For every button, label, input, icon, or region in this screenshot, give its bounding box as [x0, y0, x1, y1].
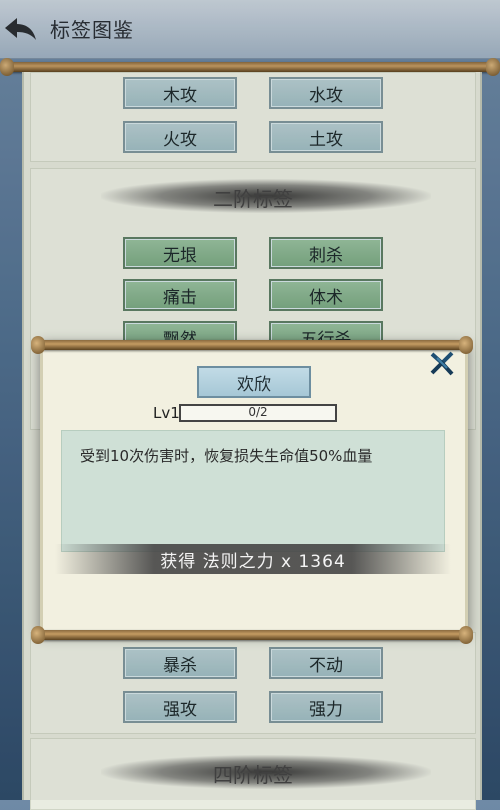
close-icon — [430, 351, 454, 376]
reward-text: 获得 法则之力 x 1364 — [160, 551, 346, 572]
reward-banner: 获得 法则之力 x 1364 — [55, 544, 451, 574]
description-text: 受到10次伤害时，恢复损失生命值50%血量 — [80, 447, 373, 465]
scroll-rod-dialog-bottom — [31, 626, 473, 644]
tag-detail-dialog: 欢欣 Lv1 0/2 受到10次伤害时，恢复损失生命值50%血量 获得 法则之力… — [31, 336, 473, 644]
scroll-rod-dialog-top — [31, 336, 473, 354]
progress-bar: 0/2 — [179, 404, 337, 422]
progress-text: 0/2 — [248, 405, 268, 419]
level-label: Lv1 — [153, 404, 180, 422]
tag-name-label: 欢欣 — [197, 366, 311, 398]
description-box: 受到10次伤害时，恢复损失生命值50%血量 — [61, 430, 445, 552]
close-button[interactable] — [429, 350, 455, 376]
